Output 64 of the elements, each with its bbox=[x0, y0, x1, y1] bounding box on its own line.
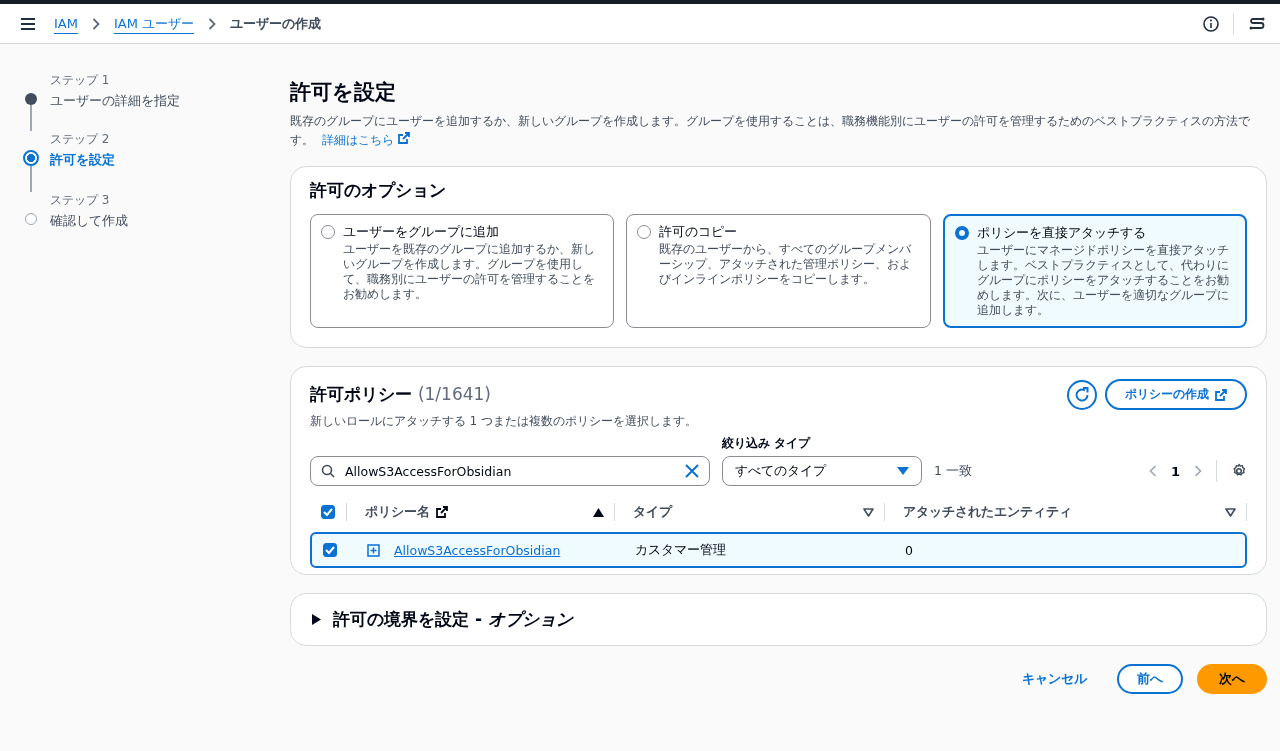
step-number: ステップ 3 bbox=[50, 192, 111, 209]
column-header[interactable]: ポリシー名 bbox=[365, 503, 448, 521]
table-cell: カスタマー管理 bbox=[635, 541, 726, 559]
boundary-panel[interactable]: 許可の境界を設定 - オプション bbox=[290, 593, 1267, 646]
option-label: 許可のコピー bbox=[659, 223, 738, 241]
section-description: 新しいロールにアタッチする 1 つまたは複数のポリシーを選択します。 bbox=[310, 414, 698, 429]
search-field[interactable]: AllowS3AccessForObsidian bbox=[310, 456, 710, 486]
page-description: 既存のグループにユーザーを追加するか、新しいグループを作成します。グループを使用することは、職務機能別にユーザーの許可を管理するためのベストプラクティスの方法です。 詳細はこちら bbox=[290, 113, 1251, 149]
sort-icon[interactable] bbox=[1225, 507, 1236, 517]
refresh-icon bbox=[1073, 385, 1091, 404]
breadcrumb-current: ユーザーの作成 bbox=[230, 14, 322, 33]
step-label[interactable]: 許可を設定 bbox=[50, 151, 115, 169]
option-description: ユーザーにマネージドポリシーを直接アタッチします。ベストプラクティスとして、代わりにグループにポリシーをアタッチすることをお勧めします。次に、ユーザーを適切なグループに追加します。 bbox=[976, 243, 1230, 318]
section-title: 許可ポリシー (1/1641) bbox=[310, 383, 491, 406]
sort-ascending-icon[interactable] bbox=[593, 507, 604, 517]
chevron-right-icon bbox=[208, 17, 217, 30]
external-link-icon bbox=[436, 506, 448, 518]
filter-label: 絞り込み タイプ bbox=[722, 435, 812, 452]
page-title: 許可を設定 bbox=[290, 79, 397, 106]
clear-icon[interactable] bbox=[685, 464, 699, 478]
expand-icon[interactable] bbox=[367, 543, 380, 557]
info-icon[interactable] bbox=[1203, 15, 1219, 32]
step-label: 確認して作成 bbox=[50, 212, 128, 230]
option-description: ユーザーを既存のグループに追加するか、新しいグループを作成します。グループを使用して、職務別にユーザーの許可を管理することをお勧めします。 bbox=[343, 242, 596, 302]
column-header[interactable]: アタッチされたエンティティ bbox=[903, 503, 1072, 521]
radio-button[interactable] bbox=[954, 226, 969, 240]
column-header[interactable]: タイプ bbox=[633, 503, 672, 521]
row-checkbox[interactable] bbox=[323, 543, 337, 557]
match-count: 1 一致 bbox=[934, 462, 972, 480]
settings-icon[interactable] bbox=[1231, 463, 1247, 479]
option-tile[interactable]: ユーザーをグループに追加 ユーザーを既存のグループに追加するか、新しいグループを作成します。グループを使用して、職務別にユーザーの許可を管理することをお勧めします。 bbox=[310, 214, 615, 328]
caret-right-icon[interactable] bbox=[312, 614, 321, 625]
option-tile[interactable]: 許可のコピー 既存のユーザーから、すべてのグループメンバーシップ、アタッチされた管理ポリシー、およびインラインポリシーをコピーします。 bbox=[626, 214, 931, 328]
cancel-button[interactable]: キャンセル bbox=[1006, 664, 1103, 694]
option-description: 既存のユーザーから、すべてのグループメンバーシップ、アタッチされた管理ポリシー、およびインラインポリシーをコピーします。 bbox=[659, 242, 913, 287]
section-title: 許可の境界を設定 - オプション bbox=[333, 608, 573, 631]
next-button[interactable]: 次へ bbox=[1197, 664, 1267, 694]
search-icon bbox=[321, 464, 335, 478]
page-number[interactable]: 1 bbox=[1170, 463, 1180, 479]
caret-down-icon bbox=[897, 467, 909, 475]
policy-link[interactable]: AllowS3AccessForObsidian bbox=[394, 542, 561, 558]
previous-button[interactable]: 前へ bbox=[1117, 664, 1183, 694]
sort-icon[interactable] bbox=[863, 507, 874, 517]
option-tile[interactable]: ポリシーを直接アタッチする ユーザーにマネージドポリシーを直接アタッチします。ベストプラクティスとして、代わりにグループにポリシーをアタッチすることをお勧めします。次に、ユーザーを適切なグループに追加します。 bbox=[942, 214, 1247, 328]
option-label: ユーザーをグループに追加 bbox=[343, 223, 499, 241]
table-row[interactable]: AllowS3AccessForObsidian カスタマー管理 0 bbox=[310, 532, 1247, 568]
external-link-icon bbox=[397, 132, 410, 144]
step-number: ステップ 2 bbox=[50, 131, 111, 148]
select-all-checkbox[interactable] bbox=[321, 505, 335, 519]
shortcuts-icon[interactable] bbox=[1248, 15, 1266, 32]
menu-icon[interactable] bbox=[20, 16, 36, 31]
type-dropdown[interactable]: すべてのタイプ bbox=[722, 456, 922, 486]
breadcrumb-link[interactable]: IAM bbox=[54, 16, 78, 31]
create-policy-button[interactable]: ポリシーの作成 bbox=[1105, 379, 1247, 410]
step-number: ステップ 1 bbox=[50, 72, 111, 89]
step-label[interactable]: ユーザーの詳細を指定 bbox=[50, 92, 180, 110]
external-link-icon bbox=[1215, 388, 1227, 401]
learn-more-link[interactable]: 詳細はこちら bbox=[321, 133, 410, 147]
refresh-button[interactable] bbox=[1067, 379, 1097, 410]
section-title: 許可のオプション bbox=[310, 179, 447, 202]
table-cell: 0 bbox=[905, 542, 913, 558]
breadcrumb-link[interactable]: IAM ユーザー bbox=[113, 14, 195, 33]
option-label: ポリシーを直接アタッチする bbox=[976, 224, 1146, 242]
chevron-right-icon bbox=[91, 17, 100, 30]
